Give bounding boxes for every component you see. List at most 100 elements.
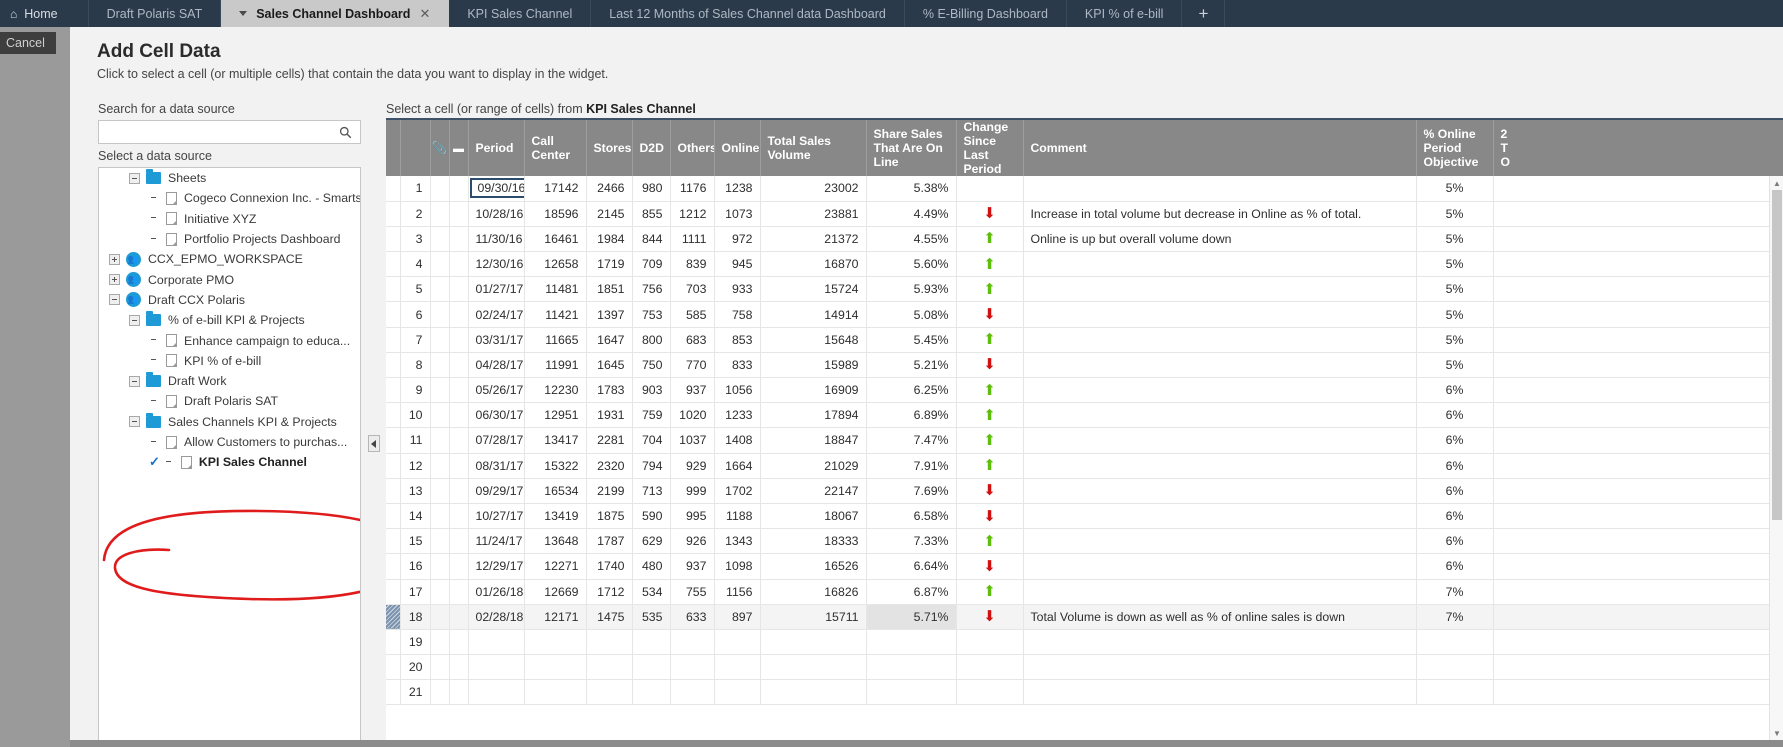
column-header-rownum[interactable] bbox=[400, 120, 431, 176]
cell-change-since-last-period[interactable] bbox=[956, 654, 1024, 681]
cell-note[interactable] bbox=[449, 226, 469, 253]
cell-online[interactable] bbox=[714, 654, 761, 681]
tree-item[interactable]: Sheets bbox=[99, 168, 360, 188]
cell-change-since-last-period[interactable] bbox=[956, 176, 1024, 202]
cell-online-period-objective[interactable]: 6% bbox=[1416, 402, 1494, 429]
cell-change-since-last-period[interactable]: ⬇ bbox=[956, 604, 1024, 630]
cell-period[interactable]: 08/31/17 bbox=[468, 453, 525, 479]
cell-total-sales-volume[interactable]: 15711 bbox=[760, 604, 867, 630]
cell-d2d[interactable] bbox=[632, 629, 671, 656]
cell-call-center[interactable] bbox=[524, 679, 587, 706]
cell-call-center[interactable]: 12658 bbox=[524, 251, 587, 278]
cell-period[interactable]: 11/30/16 bbox=[468, 226, 525, 253]
cell-stores[interactable]: 1740 bbox=[586, 553, 633, 580]
cell-online[interactable] bbox=[714, 679, 761, 706]
cell-online[interactable]: 945 bbox=[714, 251, 761, 278]
table-row[interactable]: 19 bbox=[386, 629, 1783, 656]
cell-call-center[interactable]: 12951 bbox=[524, 402, 587, 429]
cell-d2d[interactable]: 534 bbox=[632, 579, 671, 605]
column-header-call_center[interactable]: Call Center bbox=[524, 120, 587, 176]
cell-total-sales-volume[interactable] bbox=[760, 654, 867, 681]
cell-share-online[interactable]: 6.58% bbox=[866, 503, 957, 530]
column-header-change[interactable]: Change Since Last Period bbox=[956, 120, 1024, 176]
cell-period[interactable]: 11/24/17 bbox=[468, 528, 525, 555]
cell-share-online[interactable]: 4.55% bbox=[866, 226, 957, 253]
cell-call-center[interactable]: 18596 bbox=[524, 201, 587, 227]
cell-online-period-objective[interactable]: 5% bbox=[1416, 327, 1494, 353]
cell-period[interactable] bbox=[468, 679, 525, 706]
cell-comment[interactable]: Total Volume is down as well as % of onl… bbox=[1023, 604, 1417, 630]
cell-online[interactable]: 853 bbox=[714, 327, 761, 353]
cell-note[interactable] bbox=[449, 579, 469, 605]
cell-attachment[interactable] bbox=[430, 427, 450, 454]
cell-clipped-column[interactable] bbox=[1493, 301, 1783, 328]
cell-d2d[interactable]: 750 bbox=[632, 352, 671, 379]
column-header-total[interactable]: Total Sales Volume bbox=[760, 120, 867, 176]
cell-comment[interactable] bbox=[1023, 352, 1417, 379]
table-row[interactable]: 3 11/30/16 16461 1984 844 1111 972 21372 4.55% ⬆ O… bbox=[386, 226, 1783, 253]
row-handle[interactable] bbox=[386, 478, 401, 504]
cell-total-sales-volume[interactable]: 16826 bbox=[760, 579, 867, 605]
cell-clipped-column[interactable] bbox=[1493, 352, 1783, 379]
row-handle[interactable] bbox=[386, 679, 401, 706]
cell-stores[interactable]: 1984 bbox=[586, 226, 633, 253]
cell-grid[interactable]: 📎 ▬ Period Call Center Stores D2D Others Online… bbox=[386, 120, 1783, 740]
cell-stores[interactable]: 1931 bbox=[586, 402, 633, 429]
cell-d2d[interactable]: 753 bbox=[632, 301, 671, 328]
row-handle[interactable] bbox=[386, 251, 401, 278]
cell-clipped-column[interactable] bbox=[1493, 226, 1783, 253]
cell-others[interactable]: 755 bbox=[670, 579, 715, 605]
cell-attachment[interactable] bbox=[430, 402, 450, 429]
cell-note[interactable] bbox=[449, 427, 469, 454]
cell-period[interactable] bbox=[468, 629, 525, 656]
cell-total-sales-volume[interactable]: 15989 bbox=[760, 352, 867, 379]
cell-attachment[interactable] bbox=[430, 478, 450, 504]
table-row[interactable]: 17 01/26/18 12669 1712 534 755 1156 16826 6.87% ⬆… bbox=[386, 579, 1783, 605]
cell-period[interactable]: 02/28/18 bbox=[468, 604, 525, 630]
scroll-up-icon[interactable]: ▲ bbox=[1770, 176, 1783, 190]
cell-online[interactable]: 972 bbox=[714, 226, 761, 253]
cell-others[interactable]: 995 bbox=[670, 503, 715, 530]
cell-attachment[interactable] bbox=[430, 604, 450, 630]
cell-change-since-last-period[interactable]: ⬇ bbox=[956, 301, 1024, 328]
cell-clipped-column[interactable] bbox=[1493, 251, 1783, 278]
column-header-rowhandle[interactable] bbox=[386, 120, 401, 176]
cell-attachment[interactable] bbox=[430, 301, 450, 328]
cell-period[interactable]: 10/27/17 bbox=[468, 503, 525, 530]
cell-change-since-last-period[interactable]: ⬇ bbox=[956, 352, 1024, 379]
cell-comment[interactable] bbox=[1023, 427, 1417, 454]
row-handle[interactable] bbox=[386, 327, 401, 353]
cell-stores[interactable]: 1787 bbox=[586, 528, 633, 555]
cell-online-period-objective[interactable]: 5% bbox=[1416, 301, 1494, 328]
cell-online[interactable]: 897 bbox=[714, 604, 761, 630]
row-handle[interactable] bbox=[386, 654, 401, 681]
cell-d2d[interactable]: 759 bbox=[632, 402, 671, 429]
cell-attachment[interactable] bbox=[430, 276, 450, 303]
cell-others[interactable]: 929 bbox=[670, 453, 715, 479]
tab-kpi-sales-channel[interactable]: KPI Sales Channel bbox=[449, 0, 592, 27]
cell-online-period-objective[interactable] bbox=[1416, 654, 1494, 681]
row-handle[interactable] bbox=[386, 579, 401, 605]
cell-online-period-objective[interactable]: 6% bbox=[1416, 427, 1494, 454]
cell-share-online[interactable]: 7.47% bbox=[866, 427, 957, 454]
cell-total-sales-volume[interactable] bbox=[760, 679, 867, 706]
table-row[interactable]: 15 11/24/17 13648 1787 629 926 1343 18333 7.33% ⬆… bbox=[386, 528, 1783, 555]
cell-change-since-last-period[interactable]: ⬇ bbox=[956, 553, 1024, 580]
cell-online-period-objective[interactable]: 5% bbox=[1416, 176, 1494, 202]
cell-total-sales-volume[interactable]: 18333 bbox=[760, 528, 867, 555]
cell-attachment[interactable] bbox=[430, 377, 450, 404]
cell-stores[interactable] bbox=[586, 629, 633, 656]
cell-d2d[interactable]: 855 bbox=[632, 201, 671, 227]
tab-e-billing-dashboard[interactable]: % E-Billing Dashboard bbox=[905, 0, 1067, 27]
row-handle[interactable] bbox=[386, 201, 401, 227]
tree-item[interactable]: Sales Channels KPI & Projects bbox=[99, 412, 360, 432]
cell-online[interactable]: 758 bbox=[714, 301, 761, 328]
table-row[interactable]: 12 08/31/17 15322 2320 794 929 1664 21029 7.91% ⬆… bbox=[386, 453, 1783, 479]
cell-d2d[interactable]: 713 bbox=[632, 478, 671, 504]
cell-d2d[interactable]: 709 bbox=[632, 251, 671, 278]
cell-note[interactable] bbox=[449, 604, 469, 630]
cell-total-sales-volume[interactable]: 16526 bbox=[760, 553, 867, 580]
tab-sales-channel-dashboard[interactable]: Sales Channel Dashboard ✕ bbox=[221, 0, 450, 27]
cell-share-online[interactable]: 5.60% bbox=[866, 251, 957, 278]
cell-note[interactable] bbox=[449, 176, 469, 202]
